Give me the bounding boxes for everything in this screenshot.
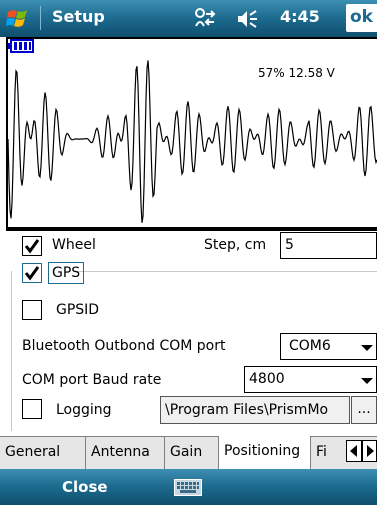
gpsid-label: GPSID <box>56 302 100 318</box>
title-bar: Setup 4:45 ok <box>0 0 377 37</box>
wheel-label: Wheel <box>52 237 96 253</box>
tab-antenna[interactable]: Antenna <box>86 437 165 469</box>
logging-label: Logging <box>56 402 112 418</box>
step-input[interactable]: 5 <box>280 232 377 259</box>
battery-status-text: 57% 12.58 V <box>258 66 335 80</box>
baud-rate-value: 4800 <box>249 371 285 387</box>
checkmark-icon <box>24 239 40 254</box>
volume-muted-icon[interactable] <box>236 9 260 29</box>
gpsid-checkbox[interactable] <box>22 300 42 320</box>
window-title: Setup <box>52 7 105 26</box>
step-label: Step, cm <box>204 237 267 253</box>
chevron-down-icon <box>361 378 373 384</box>
plot-divider <box>6 229 377 231</box>
logging-checkbox[interactable] <box>22 399 42 419</box>
bluetooth-port-value: COM6 <box>289 338 331 354</box>
browse-button[interactable]: ... <box>351 396 377 424</box>
chevron-down-icon <box>361 345 373 351</box>
menu-bar: Close <box>0 469 377 505</box>
title-separator <box>40 6 41 30</box>
gps-checkbox[interactable] <box>22 263 42 283</box>
signal-trace-plot: 57% 12.58 V <box>6 37 377 229</box>
bluetooth-port-label: Bluetooth Outbond COM port <box>22 338 226 354</box>
tab-positioning[interactable]: Positioning <box>219 436 311 469</box>
log-path-button[interactable]: \Program Files\PrismMo <box>160 396 350 424</box>
windows-start-icon[interactable] <box>6 5 32 31</box>
baud-rate-label: COM port Baud rate <box>22 372 162 388</box>
ok-button[interactable]: ok <box>346 4 377 32</box>
tab-bar: General Antenna Gain Positioning Fi <box>0 436 377 469</box>
signal-waveform <box>8 60 377 223</box>
gps-group-border <box>74 271 377 272</box>
checkmark-icon <box>24 266 40 281</box>
tab-general[interactable]: General <box>0 437 86 469</box>
network-sync-icon[interactable] <box>192 6 218 30</box>
baud-rate-select[interactable]: 4800 <box>244 366 377 393</box>
wheel-checkbox[interactable] <box>22 236 42 256</box>
clock[interactable]: 4:45 <box>280 7 320 26</box>
bluetooth-port-select[interactable]: COM6 <box>280 333 377 360</box>
tab-scroll-arrows[interactable] <box>346 440 377 462</box>
tab-gain[interactable]: Gain <box>165 437 219 469</box>
keyboard-icon[interactable] <box>174 479 202 496</box>
tab-fi[interactable]: Fi <box>311 437 346 469</box>
gps-label: GPS <box>48 262 85 284</box>
battery-icon <box>8 39 34 53</box>
close-softkey[interactable]: Close <box>62 478 108 496</box>
gps-group-border-left <box>11 271 12 431</box>
